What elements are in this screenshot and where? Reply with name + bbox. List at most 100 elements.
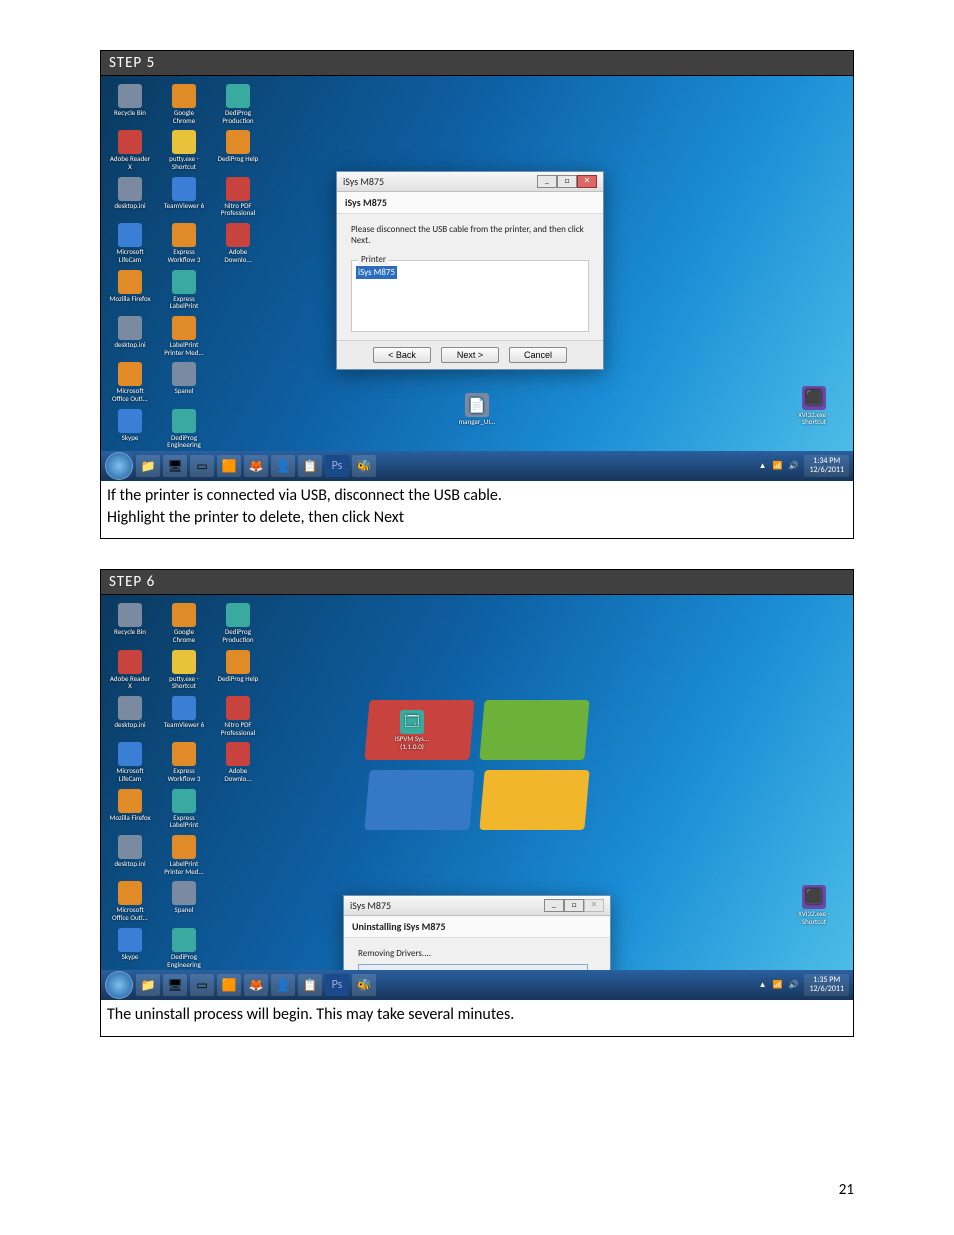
tray-flag-icon[interactable]: ▲ <box>759 980 767 990</box>
taskbar-app-firefox[interactable]: 🦊 <box>244 455 268 477</box>
app-icon <box>118 270 142 294</box>
dialog-message: Please disconnect the USB cable from the… <box>351 224 589 246</box>
desktop-icon[interactable]: desktop.ini <box>109 316 151 356</box>
dialog-title-text: iSys M875 <box>343 175 384 188</box>
desktop-icon[interactable]: Microsoft Office Outl... <box>109 362 151 402</box>
tray-volume-icon[interactable]: 🔊 <box>788 461 798 471</box>
desktop-icon[interactable]: Nitro PDF Professional <box>217 696 259 736</box>
taskbar-app-firefox[interactable]: 🦊 <box>244 974 268 996</box>
desktop-icon[interactable]: Express LabelPrint <box>163 270 205 310</box>
taskbar-app[interactable]: 🐝 <box>352 974 376 996</box>
taskbar-app[interactable]: 📋 <box>298 455 322 477</box>
selected-printer[interactable]: iSys M875 <box>356 266 397 279</box>
next-button[interactable]: Next > <box>441 347 499 363</box>
tray-flag-icon[interactable]: ▲ <box>759 461 767 471</box>
desktop-icon[interactable]: putty.exe - Shortcut <box>163 650 205 690</box>
close-button[interactable]: ✕ <box>577 175 597 188</box>
desktop-icon[interactable]: Adobe Downlo... <box>217 742 259 782</box>
taskbar: 📁 🖥 ▭ 🟧 🦊 👤 📋 Ps 🐝 ▲ 📶 🔊 1:34 PM 12/6/20… <box>101 451 853 481</box>
taskbar-app[interactable]: ▭ <box>190 974 214 996</box>
desktop-icon[interactable]: Microsoft LifeCam <box>109 742 151 782</box>
dialog-subtitle: iSys M875 <box>337 192 603 214</box>
taskbar-app-ps[interactable]: Ps <box>325 455 349 477</box>
app-icon: 🗔 <box>400 710 424 734</box>
back-button[interactable]: < Back <box>373 347 431 363</box>
tray-network-icon[interactable]: 📶 <box>773 980 783 990</box>
desktop-icon[interactable]: Recycle Bin <box>109 603 151 643</box>
desktop-icon[interactable]: TeamViewer 6 <box>163 177 205 217</box>
right-desktop-icon[interactable]: ⬛XVI32.exe - Shortcut <box>793 885 835 925</box>
desktop-icon[interactable]: DediProg Production <box>217 84 259 124</box>
taskbar-app[interactable]: 🖥 <box>163 455 187 477</box>
desktop-icon[interactable]: Microsoft Office Outl... <box>109 881 151 921</box>
desktop-icon[interactable]: desktop.ini <box>109 696 151 736</box>
dialog-footer: < Back Next > Cancel <box>337 340 603 369</box>
tray-volume-icon[interactable]: 🔊 <box>788 980 798 990</box>
app-icon <box>172 742 196 766</box>
desktop-icon[interactable]: Spanel <box>163 881 205 921</box>
desktop-icon[interactable]: desktop.ini <box>109 177 151 217</box>
desktop-icon[interactable]: DediProg Engineering <box>163 928 205 968</box>
desktop-icon[interactable]: desktop.ini <box>109 835 151 875</box>
maximize-button[interactable]: □ <box>564 899 584 912</box>
desktop-icon[interactable]: Express Workflow 3 <box>163 742 205 782</box>
file-icon: 📄 <box>465 393 489 417</box>
window-buttons: _ □ ✕ <box>537 175 597 188</box>
taskbar-app[interactable]: 🖥 <box>163 974 187 996</box>
taskbar-app[interactable]: 📋 <box>298 974 322 996</box>
minimize-button[interactable]: _ <box>537 175 557 188</box>
desktop-icon[interactable]: Skype <box>109 409 151 449</box>
taskbar-clock[interactable]: 1:35 PM 12/6/2011 <box>804 974 849 996</box>
taskbar-app-explorer[interactable]: 📁 <box>136 455 160 477</box>
desktop-icons-grid: Recycle Bin Google Chrome DediProg Product… <box>109 603 259 968</box>
app-icon <box>172 789 196 813</box>
cancel-button[interactable]: Cancel <box>509 347 567 363</box>
desktop-icon[interactable]: LabelPrint Printer Med... <box>163 316 205 356</box>
taskbar-app[interactable]: 👤 <box>271 455 295 477</box>
desktop-icon[interactable]: LabelPrint Printer Med... <box>163 835 205 875</box>
maximize-button[interactable]: □ <box>557 175 577 188</box>
desktop-icon[interactable]: DediProg Help <box>217 130 259 170</box>
taskbar-app[interactable]: 🟧 <box>217 974 241 996</box>
taskbar-app[interactable]: ▭ <box>190 455 214 477</box>
desktop-icon[interactable]: Recycle Bin <box>109 84 151 124</box>
desktop-icon[interactable]: Microsoft LifeCam <box>109 223 151 263</box>
desktop-icon[interactable]: Express LabelPrint <box>163 789 205 829</box>
desktop-icon[interactable]: DediProg Engineering <box>163 409 205 449</box>
desktop-icon[interactable]: Adobe Reader X <box>109 130 151 170</box>
taskbar-clock[interactable]: 1:34 PM 12/6/2011 <box>804 455 849 477</box>
desktop-icon[interactable]: Skype <box>109 928 151 968</box>
minimize-button[interactable]: _ <box>544 899 564 912</box>
step-caption: If the printer is connected via USB, dis… <box>101 481 853 538</box>
app-icon <box>172 223 196 247</box>
desktop-icon[interactable]: Google Chrome <box>163 84 205 124</box>
app-icon <box>172 270 196 294</box>
app-icon <box>172 409 196 433</box>
taskbar-app-explorer[interactable]: 📁 <box>136 974 160 996</box>
app-icon <box>172 928 196 952</box>
desktop-icon[interactable]: Google Chrome <box>163 603 205 643</box>
right-desktop-icon[interactable]: ⬛XVI32.exe - Shortcut <box>793 386 835 426</box>
desktop-icon[interactable]: Nitro PDF Professional <box>217 177 259 217</box>
start-button[interactable] <box>105 452 133 480</box>
start-button[interactable] <box>105 971 133 999</box>
tray-network-icon[interactable]: 📶 <box>773 461 783 471</box>
upper-desktop-icon[interactable]: 🗔ISPVM Sys... (1.1.0.0) <box>391 710 433 750</box>
desktop-icon[interactable]: Mozilla Firefox <box>109 270 151 310</box>
taskbar-app[interactable]: 👤 <box>271 974 295 996</box>
desktop-icon[interactable]: Express Workflow 3 <box>163 223 205 263</box>
desktop-icon[interactable]: Adobe Reader X <box>109 650 151 690</box>
taskbar-app[interactable]: 🐝 <box>352 455 376 477</box>
taskbar-app[interactable]: 🟧 <box>217 455 241 477</box>
desktop-icon[interactable]: DediProg Production <box>217 603 259 643</box>
taskbar-app-ps[interactable]: Ps <box>325 974 349 996</box>
desktop-icon[interactable]: Spanel <box>163 362 205 402</box>
desktop-icon[interactable]: Mozilla Firefox <box>109 789 151 829</box>
step-header: STEP 5 <box>101 51 853 76</box>
desktop-icon[interactable]: putty.exe - Shortcut <box>163 130 205 170</box>
desktop-icon[interactable]: Adobe Downlo... <box>217 223 259 263</box>
center-desktop-icon[interactable]: 📄manger_UI... <box>456 393 498 426</box>
desktop-icon[interactable]: TeamViewer 6 <box>163 696 205 736</box>
app-icon <box>118 789 142 813</box>
desktop-icon[interactable]: DediProg Help <box>217 650 259 690</box>
